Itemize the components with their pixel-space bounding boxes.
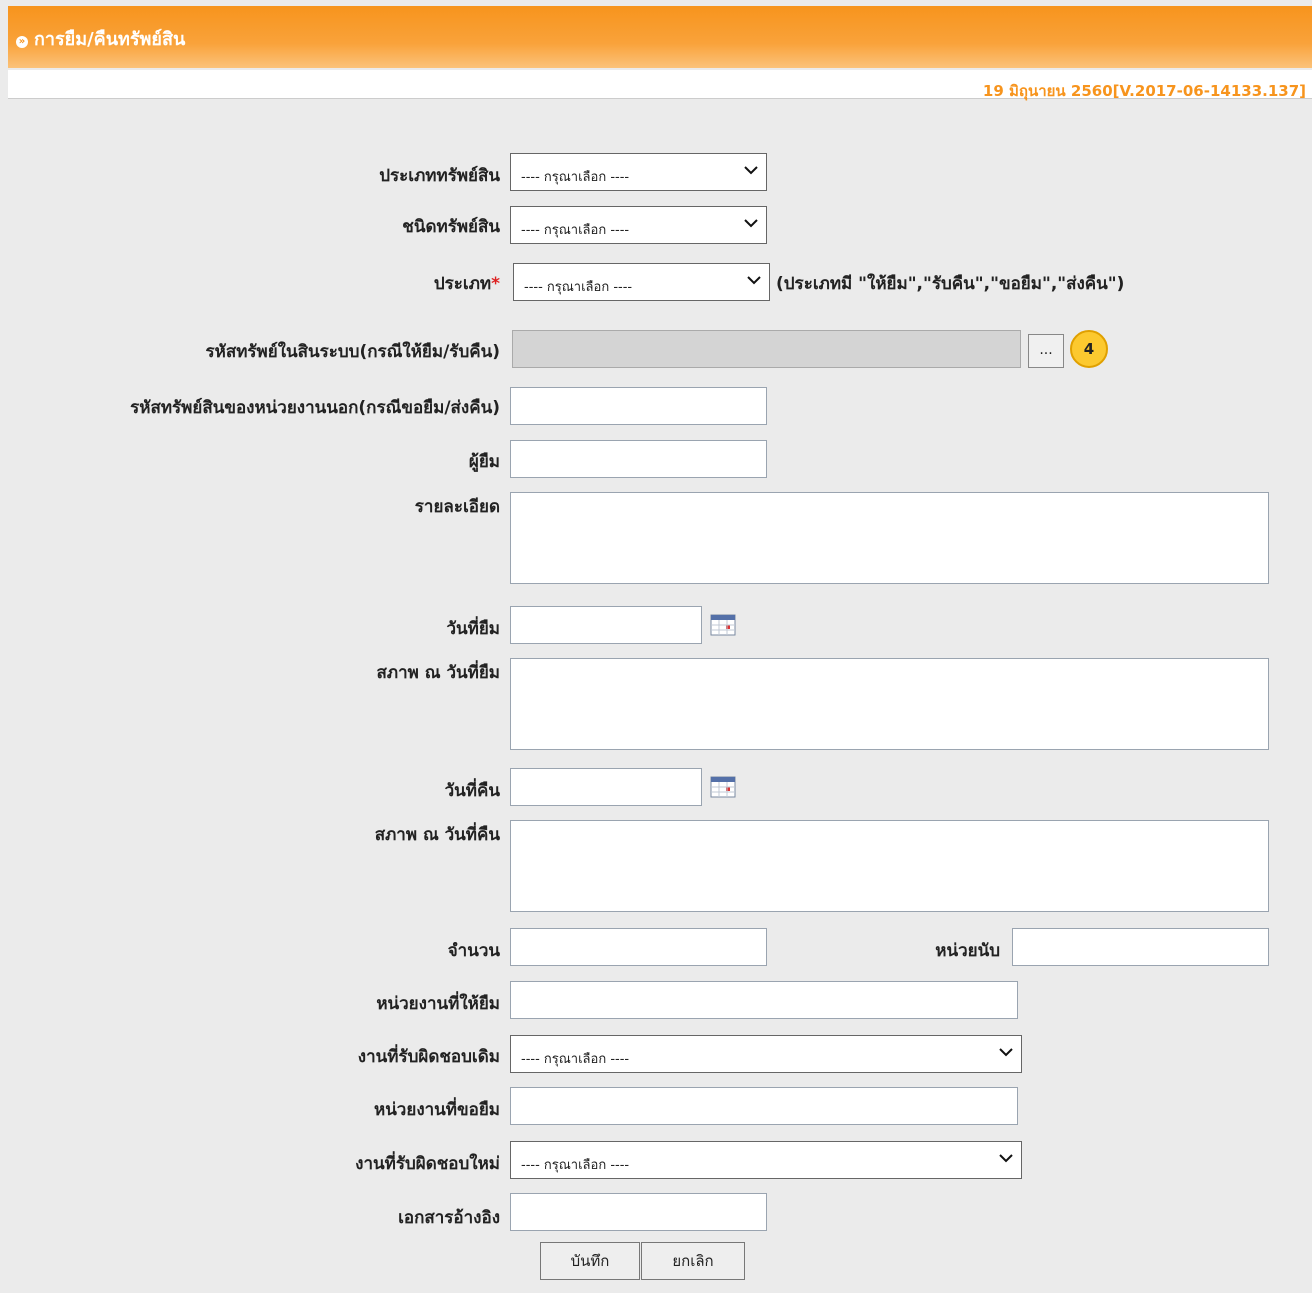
internal-code-label: รหัสทรัพย์ในสินระบบ(กรณีให้ยืม/รับคืน)	[205, 342, 500, 362]
unit-input[interactable]	[1012, 928, 1269, 966]
calendar-icon[interactable]	[710, 775, 736, 799]
chevron-down-icon	[999, 1154, 1013, 1163]
version-text: 19 มิถุนายน 2560[V.2017-06-14133.137]	[982, 82, 1306, 100]
reference-doc-label: เอกสารอ้างอิง	[398, 1208, 500, 1228]
new-responsible-label: งานที่รับผิดชอบใหม่	[355, 1154, 500, 1174]
browse-button[interactable]: ...	[1028, 334, 1064, 368]
return-condition-textarea[interactable]	[510, 820, 1269, 912]
type-note: (ประเภทมี "ให้ยืม","รับคืน","ขอยืม","ส่ง…	[776, 274, 1125, 294]
unit-label: หน่วยนับ	[935, 941, 1000, 961]
double-chevron-icon: »	[16, 36, 28, 48]
new-responsible-value: ---- กรุณาเลือก ----	[521, 1158, 630, 1173]
page-title-text: การยืม/คืนทรัพย์สิน	[34, 29, 186, 50]
borrowing-unit-input[interactable]	[510, 1087, 1018, 1125]
borrow-condition-label: สภาพ ณ วันที่ยืม	[376, 663, 500, 683]
page-header: » การยืม/คืนทรัพย์สิน	[8, 6, 1312, 68]
return-date-input[interactable]	[510, 768, 702, 806]
internal-code-input	[512, 330, 1021, 368]
asset-kind-label: ชนิดทรัพย์สิน	[402, 217, 500, 237]
details-label: รายละเอียด	[414, 497, 500, 517]
borrow-condition-textarea[interactable]	[510, 658, 1269, 750]
required-mark: *	[491, 274, 500, 294]
borrowing-unit-label: หน่วยงานที่ขอยืม	[373, 1100, 500, 1120]
type-label-text: ประเภท	[433, 274, 492, 294]
old-responsible-value: ---- กรุณาเลือก ----	[521, 1052, 630, 1067]
borrow-date-label: วันที่ยืม	[446, 619, 500, 639]
old-responsible-label: งานที่รับผิดชอบเดิม	[357, 1047, 500, 1067]
return-condition-label: สภาพ ณ วันที่คืน	[374, 825, 500, 845]
asset-category-label: ประเภททรัพย์สิน	[379, 166, 500, 186]
old-responsible-select[interactable]: ---- กรุณาเลือก ----	[510, 1035, 1022, 1073]
type-label: ประเภท*	[434, 270, 500, 297]
external-code-label: รหัสทรัพย์สินของหน่วยงานนอก(กรณีขอยืม/ส่…	[130, 398, 500, 418]
borrower-label: ผู้ยืม	[468, 452, 500, 472]
asset-kind-value: ---- กรุณาเลือก ----	[521, 223, 630, 238]
chevron-down-icon	[747, 276, 761, 285]
lending-unit-input[interactable]	[510, 981, 1018, 1019]
asset-category-value: ---- กรุณาเลือก ----	[521, 170, 630, 185]
chevron-down-icon	[999, 1048, 1013, 1057]
cancel-button[interactable]: ยกเลิก	[641, 1242, 745, 1280]
quantity-label: จำนวน	[447, 941, 500, 961]
calendar-icon[interactable]	[710, 613, 736, 637]
new-responsible-select[interactable]: ---- กรุณาเลือก ----	[510, 1141, 1022, 1179]
details-textarea[interactable]	[510, 492, 1269, 584]
lending-unit-label: หน่วยงานที่ให้ยืม	[376, 994, 500, 1014]
chevron-down-icon	[744, 219, 758, 228]
borrower-input[interactable]	[510, 440, 767, 478]
asset-category-select[interactable]: ---- กรุณาเลือก ----	[510, 153, 767, 191]
type-select[interactable]: ---- กรุณาเลือก ----	[513, 263, 770, 301]
return-date-label: วันที่คืน	[444, 781, 500, 801]
borrow-date-input[interactable]	[510, 606, 702, 644]
quantity-input[interactable]	[510, 928, 767, 966]
external-code-input[interactable]	[510, 387, 767, 425]
chevron-down-icon	[744, 166, 758, 175]
save-button[interactable]: บันทึก	[540, 1242, 640, 1280]
reference-doc-input[interactable]	[510, 1193, 767, 1231]
page-title: » การยืม/คืนทรัพย์สิน	[16, 24, 185, 53]
type-value: ---- กรุณาเลือก ----	[524, 280, 633, 295]
asset-kind-select[interactable]: ---- กรุณาเลือก ----	[510, 206, 767, 244]
step-badge: 4	[1070, 330, 1108, 368]
version-bar: 19 มิถุนายน 2560[V.2017-06-14133.137]	[8, 70, 1312, 100]
